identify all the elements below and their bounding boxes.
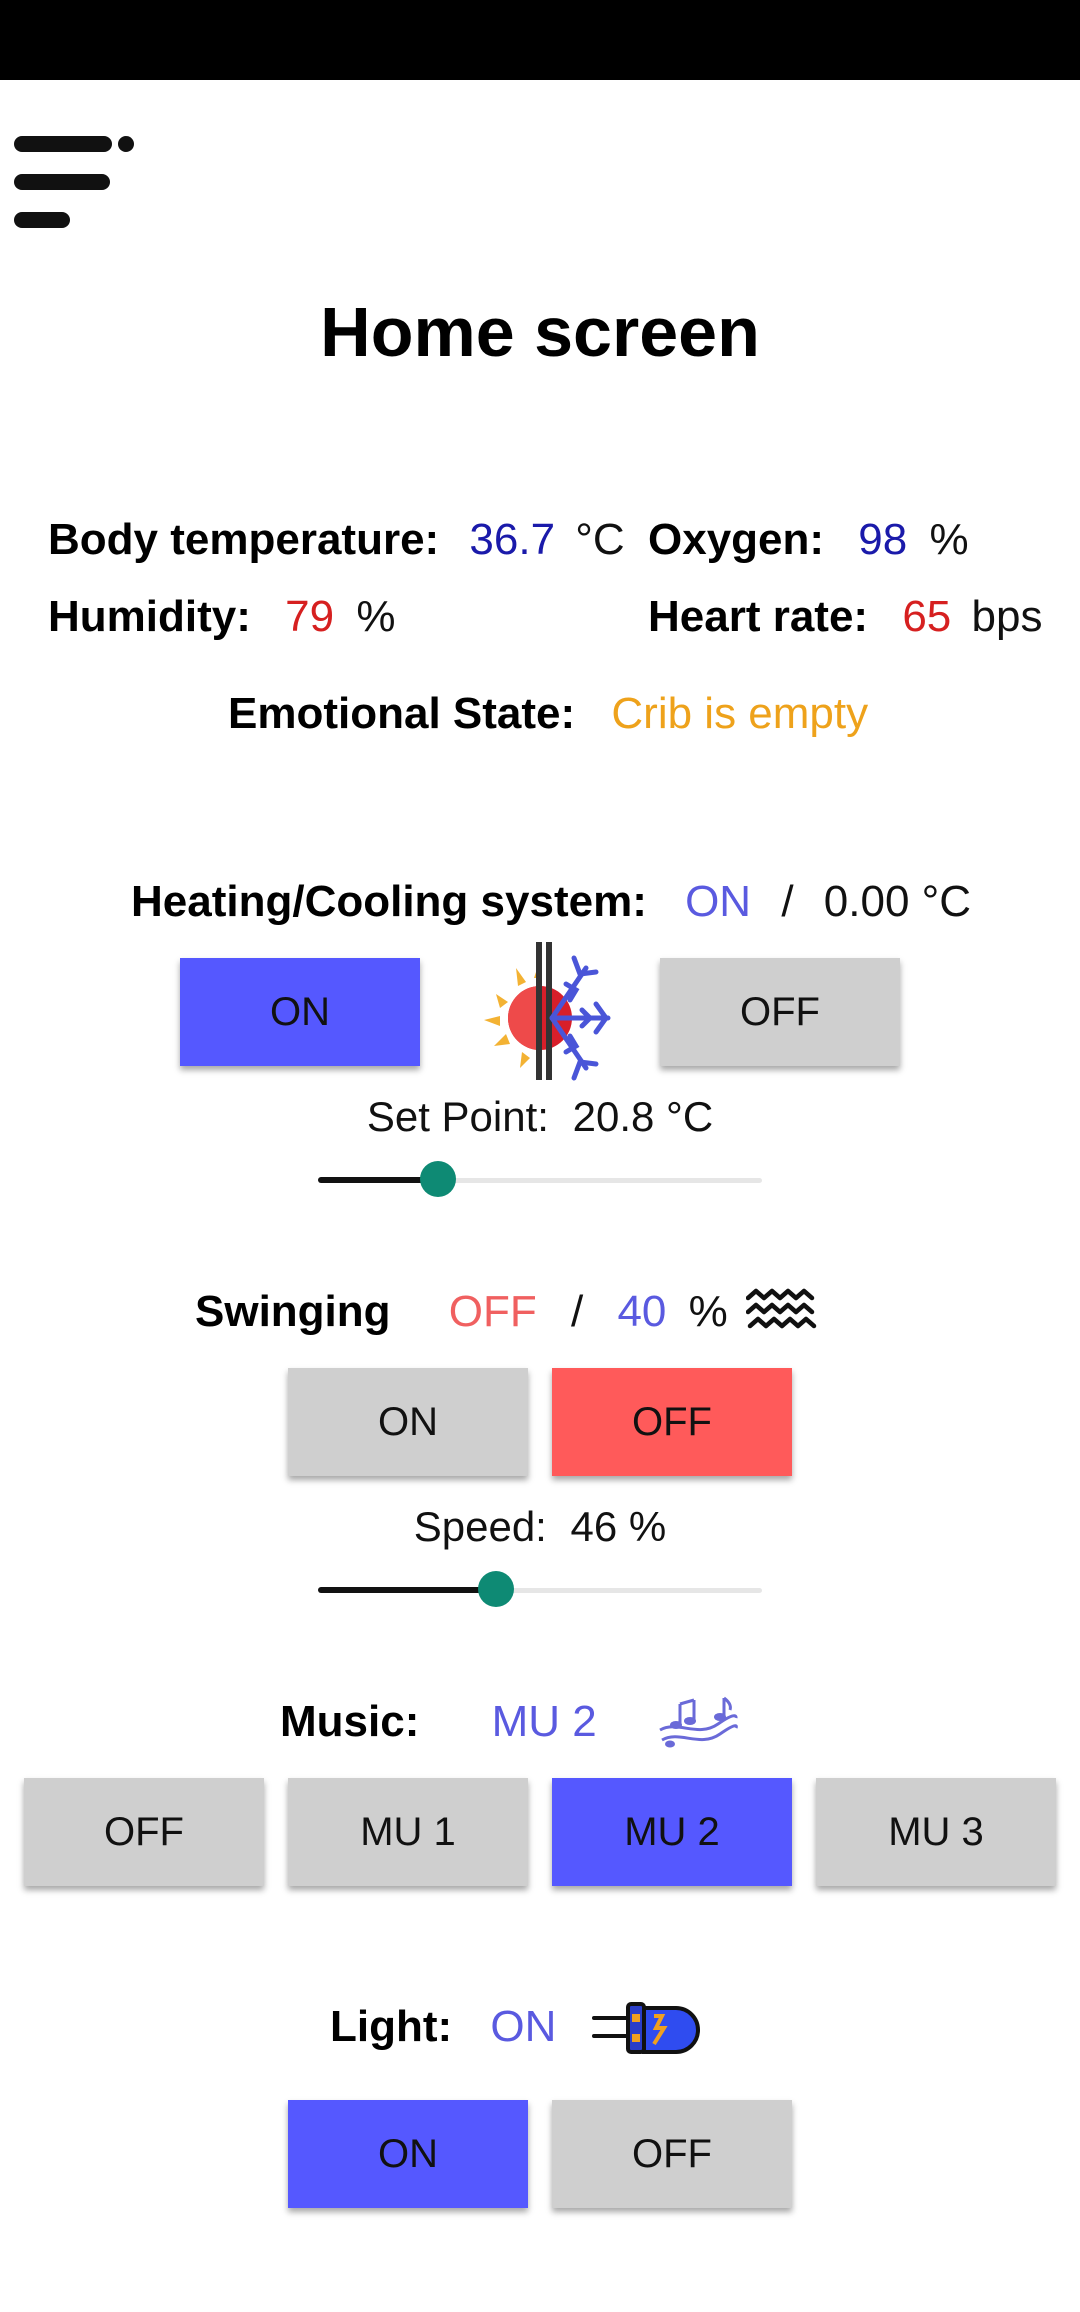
swinging-label: Swinging — [195, 1287, 391, 1336]
speed-slider-thumb[interactable] — [477, 1571, 514, 1607]
body-temperature-label: Body temperature: — [48, 515, 440, 564]
setpoint-slider[interactable] — [318, 1160, 762, 1200]
heart-rate-label: Heart rate: — [648, 592, 869, 641]
oxygen-row: Oxygen: 98 % — [648, 512, 969, 568]
emotional-state-value: Crib is empty — [611, 689, 869, 738]
music-button-mu1[interactable]: MU 1 — [288, 1778, 528, 1886]
waves-icon — [745, 1288, 818, 1332]
menu-icon[interactable] — [14, 132, 134, 236]
music-label: Music: — [280, 1697, 420, 1746]
body-temperature-unit: °C — [575, 515, 625, 564]
speed-slider-fill — [318, 1587, 496, 1593]
setpoint-label: Set Point: — [366, 1093, 549, 1140]
music-button-off[interactable]: OFF — [24, 1778, 264, 1886]
humidity-label: Humidity: — [48, 592, 251, 641]
light-off-button[interactable]: OFF — [552, 2100, 792, 2208]
page-title: Home screen — [320, 293, 760, 371]
swinging-percent-unit: % — [688, 1287, 728, 1336]
heart-rate-row: Heart rate: 65 bps — [648, 589, 1042, 645]
music-notes-icon — [658, 1694, 738, 1750]
music-header: Music: MU 2 — [280, 1694, 597, 1750]
setpoint-row: Set Point: 20.8 °C — [0, 1093, 1080, 1141]
heating-on-button[interactable]: ON — [180, 958, 420, 1066]
speed-slider[interactable] — [318, 1570, 762, 1610]
light-header: Light: ON — [330, 1999, 556, 2055]
heating-temperature: 0.00 °C — [823, 877, 972, 926]
swinging-on-button[interactable]: ON — [288, 1368, 528, 1476]
heating-status: ON — [685, 877, 752, 926]
oxygen-value: 98 — [858, 515, 908, 564]
body-temperature-value: 36.7 — [469, 515, 556, 564]
swinging-off-button[interactable]: OFF — [552, 1368, 792, 1476]
heating-header: Heating/Cooling system: ON / 0.00 °C — [131, 874, 971, 930]
music-current: MU 2 — [491, 1697, 597, 1746]
swinging-separator: / — [570, 1287, 584, 1336]
led-bulb-icon — [592, 1994, 708, 2060]
emotional-state-label: Emotional State: — [228, 689, 576, 738]
music-button-mu3[interactable]: MU 3 — [816, 1778, 1056, 1886]
oxygen-unit: % — [929, 515, 969, 564]
speed-row: Speed: 46 % — [0, 1503, 1080, 1551]
music-button-mu2[interactable]: MU 2 — [552, 1778, 792, 1886]
humidity-unit: % — [356, 592, 396, 641]
body-temperature-row: Body temperature: 36.7 °C — [48, 512, 625, 568]
swinging-header: Swinging OFF / 40 % — [195, 1284, 728, 1340]
speed-value: 46 % — [570, 1503, 667, 1550]
setpoint-value: 20.8 °C — [572, 1093, 714, 1140]
sun-snowflake-icon — [470, 938, 614, 1084]
light-label: Light: — [330, 2002, 453, 2051]
heating-label: Heating/Cooling system: — [131, 877, 647, 926]
swinging-percent-value: 40 — [617, 1287, 667, 1336]
status-bar — [0, 0, 1080, 80]
light-status: ON — [490, 2002, 557, 2051]
light-on-button[interactable]: ON — [288, 2100, 528, 2208]
heart-rate-value: 65 — [902, 592, 952, 641]
oxygen-label: Oxygen: — [648, 515, 825, 564]
humidity-row: Humidity: 79 % — [48, 589, 395, 645]
heating-off-button[interactable]: OFF — [660, 958, 900, 1066]
heating-separator: / — [781, 877, 794, 926]
setpoint-slider-thumb[interactable] — [419, 1161, 456, 1197]
heart-rate-unit: bps — [971, 592, 1043, 641]
swinging-status: OFF — [448, 1287, 537, 1336]
emotional-state-row: Emotional State: Crib is empty — [228, 686, 868, 742]
speed-label: Speed: — [413, 1503, 547, 1550]
humidity-value: 79 — [285, 592, 335, 641]
